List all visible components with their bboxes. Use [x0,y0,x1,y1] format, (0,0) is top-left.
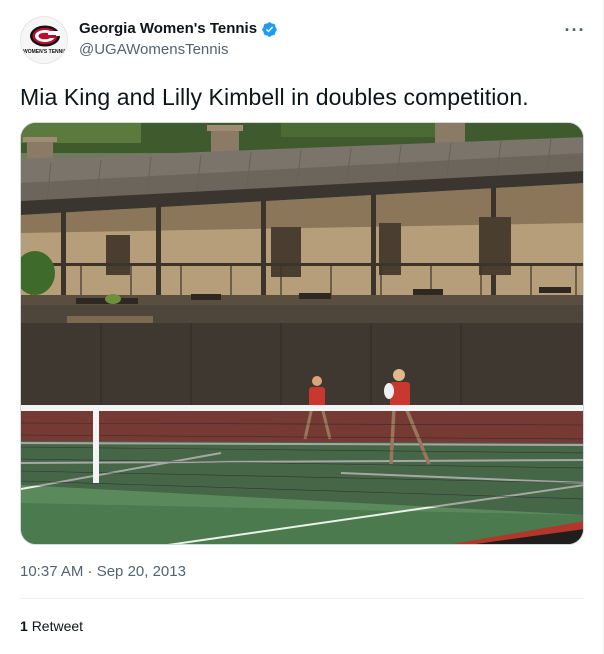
author-display-name[interactable]: Georgia Women's Tennis [79,19,257,39]
tweet-photo[interactable] [20,122,584,545]
tweet-timestamp[interactable]: 10:37 AM · Sep 20, 2013 [20,562,186,582]
verified-badge-icon [262,21,277,37]
tennis-court-photo-icon [21,123,583,544]
retweets-label: Retweet [31,618,84,634]
tweet-text: Mia King and Lilly Kimbell in doubles co… [20,84,529,110]
tweet-card: WOMEN'S TENNIS Georgia Women's Tennis @U… [0,0,604,654]
more-horizontal-icon: ··· [564,20,586,40]
georgia-g-logo-icon: WOMEN'S TENNIS [21,17,68,63]
retweets-count: 1 [20,618,28,634]
author-name-row: Georgia Women's Tennis [79,19,278,39]
avatar-text: WOMEN'S TENNIS [23,49,68,55]
divider [20,598,584,599]
retweets-stat[interactable]: 1 Retweet [20,616,83,636]
more-options-button[interactable]: ··· [558,16,592,44]
avatar[interactable]: WOMEN'S TENNIS [20,16,68,64]
author-handle[interactable]: @UGAWomensTennis [79,40,228,60]
